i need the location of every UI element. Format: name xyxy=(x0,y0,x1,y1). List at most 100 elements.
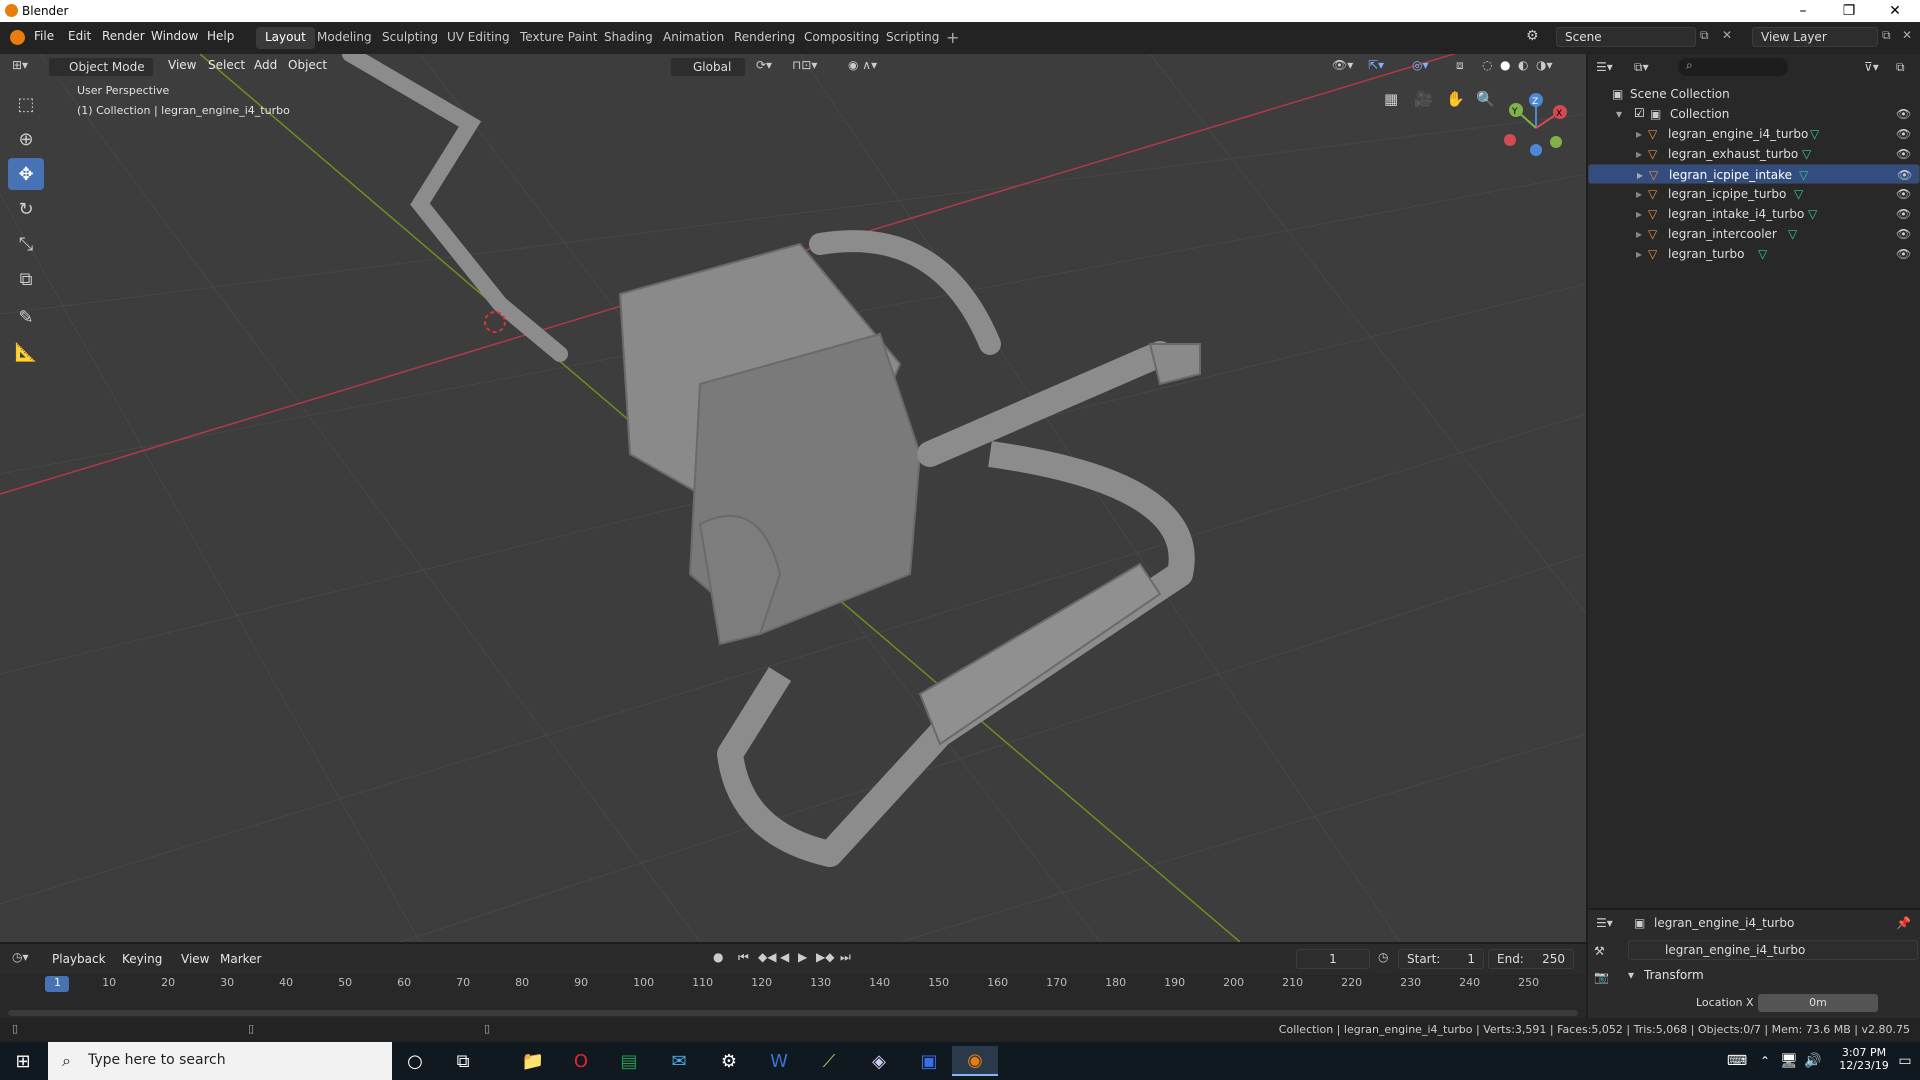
editor-type-icon[interactable]: ⊞▾ xyxy=(12,58,28,72)
shading-rendered-icon[interactable]: ◑▾ xyxy=(1536,58,1553,72)
tab-scripting[interactable]: Scripting xyxy=(877,27,948,49)
shading-wireframe-icon[interactable]: ◌ xyxy=(1482,58,1492,72)
viewport-menu-object[interactable]: Object xyxy=(288,58,327,72)
3d-viewport[interactable]: ⊞▾ Object Mode View Select Add Object Gl… xyxy=(0,54,1586,942)
tab-compositing[interactable]: Compositing xyxy=(795,27,888,49)
scene-selector[interactable]: Scene xyxy=(1556,27,1696,47)
eye-icon[interactable]: 👁 xyxy=(1896,207,1911,221)
measure-icon[interactable]: 📐 xyxy=(8,336,44,368)
opera-browser-icon[interactable]: O xyxy=(558,1046,604,1076)
collapse-arrow-icon[interactable]: ▾ xyxy=(1616,107,1622,121)
steam-icon[interactable]: ◈ xyxy=(856,1046,902,1076)
transform-orientation-selector[interactable]: Global xyxy=(670,57,746,77)
outliner-scene-collection[interactable]: ▣ Scene Collection xyxy=(1588,84,1920,104)
tool-tab-icon[interactable]: ⚒ xyxy=(1594,944,1605,958)
blender-taskbar-icon[interactable]: ◉ xyxy=(952,1046,998,1076)
properties-editor-icon[interactable]: ☰▾ xyxy=(1596,916,1613,930)
timeline-menu-playback[interactable]: Playback xyxy=(52,952,106,966)
outliner-item[interactable]: ▸ ▽ legran_engine_i4_turbo ▽ 👁 xyxy=(1588,124,1920,144)
graph-app-icon[interactable]: ⟋ xyxy=(806,1046,852,1076)
blender-menu-icon[interactable] xyxy=(10,30,25,45)
expand-arrow-icon[interactable]: ▸ xyxy=(1636,147,1642,161)
pin-icon[interactable]: 📌 xyxy=(1896,916,1911,930)
viewport-menu-view[interactable]: View xyxy=(168,58,196,72)
close-button[interactable]: ✕ xyxy=(1872,0,1918,22)
render-tab-icon[interactable]: 📷 xyxy=(1594,970,1609,984)
start-button-icon[interactable]: ⊞ xyxy=(0,1046,46,1076)
timeline-menu-keying[interactable]: Keying xyxy=(122,952,162,966)
visibility-icon[interactable]: 👁▾ xyxy=(1332,58,1353,72)
outliner-item[interactable]: ▸ ▽ legran_icpipe_intake ▽ 👁 xyxy=(1588,164,1920,184)
viewport-canvas[interactable] xyxy=(0,54,1586,942)
settings-icon[interactable]: ⚙ xyxy=(706,1046,752,1076)
eye-icon[interactable]: 👁 xyxy=(1896,247,1911,261)
expand-arrow-icon[interactable]: ▸ xyxy=(1636,187,1642,201)
mesh-data-icon[interactable]: ▽ xyxy=(1794,187,1803,201)
prev-keyframe-icon[interactable]: ◆◀ xyxy=(758,950,776,964)
expand-arrow-icon[interactable]: ▸ xyxy=(1637,168,1643,182)
tab-sculpting[interactable]: Sculpting xyxy=(373,27,447,49)
jump-end-icon[interactable]: ⏭ xyxy=(840,950,851,965)
tab-layout[interactable]: Layout xyxy=(256,27,315,49)
jump-start-icon[interactable]: ⏮ xyxy=(738,950,749,965)
eye-icon[interactable]: 👁 xyxy=(1896,227,1911,241)
filter-icon[interactable]: ⊽▾ xyxy=(1864,60,1879,74)
network-drive-icon[interactable]: ⌨ xyxy=(1722,1046,1752,1076)
timeline-menu-marker[interactable]: Marker xyxy=(220,952,261,966)
eye-icon[interactable]: 👁 xyxy=(1896,127,1911,141)
restore-button[interactable]: ❐ xyxy=(1826,0,1872,22)
select-box-icon[interactable]: ⬚ xyxy=(8,88,44,120)
expand-arrow-icon[interactable]: ▸ xyxy=(1636,227,1642,241)
eye-icon[interactable]: 👁 xyxy=(1896,187,1911,201)
task-view-icon[interactable]: ⧉ xyxy=(440,1046,486,1076)
word-app-icon[interactable]: W xyxy=(756,1046,802,1076)
view-layer-selector[interactable]: View Layer xyxy=(1752,27,1878,47)
timeline-menu-view[interactable]: View xyxy=(181,952,209,966)
pivot-icon[interactable]: ⟳▾ xyxy=(756,58,772,72)
spreadsheet-app-icon[interactable]: ▤ xyxy=(606,1046,652,1076)
object-name-field[interactable]: legran_engine_i4_turbo xyxy=(1628,940,1918,960)
panel-collapse-icon[interactable]: ▾ xyxy=(1628,968,1634,982)
eye-icon[interactable]: 👁 xyxy=(1896,107,1911,121)
menu-file[interactable]: File xyxy=(34,29,54,43)
media-app-icon[interactable]: ▣ xyxy=(906,1046,952,1076)
timeline-scrollbar[interactable] xyxy=(8,1010,1578,1016)
expand-arrow-icon[interactable]: ▸ xyxy=(1636,127,1642,141)
play-icon[interactable]: ▶ xyxy=(798,950,807,964)
mail-app-icon[interactable]: ✉ xyxy=(656,1046,702,1076)
show-hidden-icons[interactable]: ⌃ xyxy=(1752,1046,1778,1076)
add-workspace-icon[interactable]: + xyxy=(946,28,959,47)
outliner-item[interactable]: ▸ ▽ legran_intercooler ▽ 👁 xyxy=(1588,224,1920,244)
proportional-edit-icon[interactable]: ◉ ∧▾ xyxy=(848,58,877,72)
mesh-data-icon[interactable]: ▽ xyxy=(1799,168,1808,182)
outliner-search-input[interactable]: ⌕ xyxy=(1678,58,1788,76)
camera-view-icon[interactable]: 🎥 xyxy=(1414,90,1433,108)
menu-render[interactable]: Render xyxy=(102,29,145,43)
tab-animation[interactable]: Animation xyxy=(654,27,733,49)
outliner-item[interactable]: ▸ ▽ legran_intake_i4_turbo ▽ 👁 xyxy=(1588,204,1920,224)
outliner-collection[interactable]: ▾ ☑ ▣ Collection 👁 xyxy=(1588,104,1920,124)
transform-panel-header[interactable]: Transform xyxy=(1644,968,1704,982)
taskbar-search-box[interactable]: ⌕ Type here to search xyxy=(48,1042,392,1080)
tab-uv-editing[interactable]: UV Editing xyxy=(438,27,519,49)
zoom-icon[interactable]: 🔍 xyxy=(1476,90,1495,108)
viewport-menu-add[interactable]: Add xyxy=(254,58,277,72)
mesh-data-icon[interactable]: ▽ xyxy=(1758,247,1767,261)
gizmo-toggle-icon[interactable]: ⇱▾ xyxy=(1368,58,1384,72)
outliner-item[interactable]: ▸ ▽ legran_turbo ▽ 👁 xyxy=(1588,244,1920,264)
delete-view-layer-icon[interactable]: ✕ xyxy=(1902,28,1912,42)
checkbox-icon[interactable]: ☑ xyxy=(1634,106,1645,120)
scene-icon[interactable]: ⚙ xyxy=(1526,28,1539,44)
snap-icon[interactable]: ⊓⊡▾ xyxy=(792,58,817,72)
outliner-editor-icon[interactable]: ☰▾ xyxy=(1596,60,1613,74)
mesh-data-icon[interactable]: ▽ xyxy=(1802,147,1811,161)
file-explorer-icon[interactable]: 📁 xyxy=(510,1046,556,1076)
timeline-track[interactable]: 1 10 20 30 40 50 60 70 80 90 100 110 120 130 140 150 160… xyxy=(0,974,1586,1018)
xray-icon[interactable]: ⧈ xyxy=(1456,58,1464,73)
record-icon[interactable]: ● xyxy=(713,950,723,964)
transform-icon[interactable]: ⧉ xyxy=(8,263,44,295)
end-frame-field[interactable]: End: 250 xyxy=(1488,949,1574,969)
minimize-button[interactable]: – xyxy=(1780,0,1826,22)
tab-texture-paint[interactable]: Texture Paint xyxy=(511,27,606,49)
navigation-gizmo[interactable]: Z Y X xyxy=(1500,90,1580,170)
